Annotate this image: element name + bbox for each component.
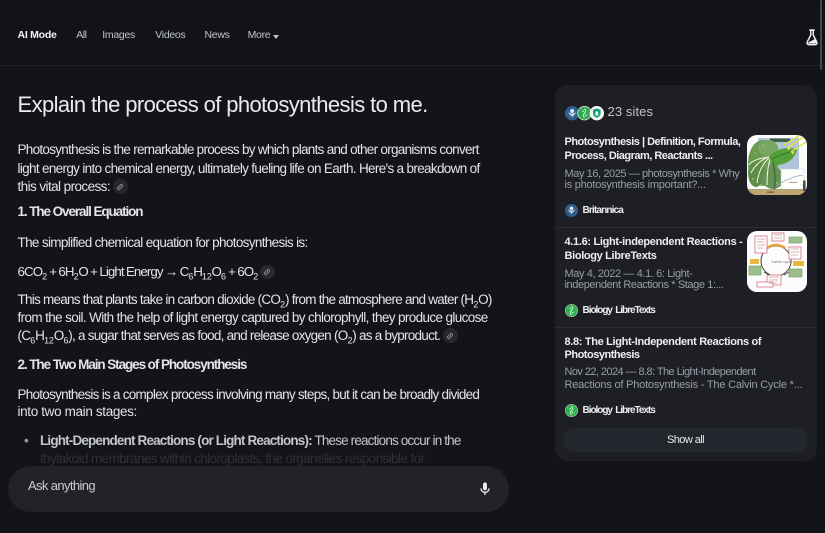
svg-text:Calvin cycle: Calvin cycle <box>771 259 793 264</box>
